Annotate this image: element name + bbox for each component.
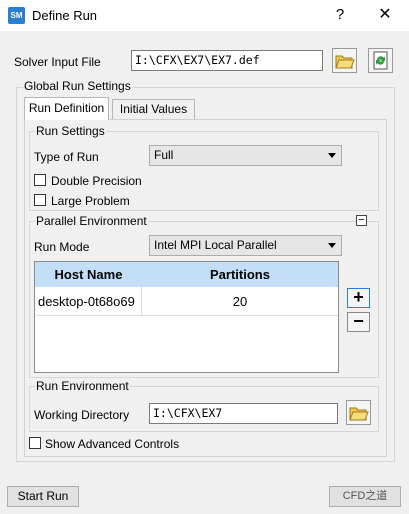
run-mode-value: Intel MPI Local Parallel <box>154 238 277 252</box>
show-advanced-label: Show Advanced Controls <box>45 437 180 451</box>
column-header-partitions: Partitions <box>210 267 270 282</box>
reload-button[interactable] <box>368 48 393 73</box>
type-of-run-value: Full <box>154 148 174 162</box>
type-of-run-select[interactable]: Full <box>149 145 342 166</box>
browse-directory-button[interactable] <box>346 400 371 425</box>
run-mode-select[interactable]: Intel MPI Local Parallel <box>149 235 342 256</box>
column-header-host-name: Host Name <box>54 267 123 282</box>
app-icon: SM <box>8 7 25 24</box>
working-directory-label: Working Directory <box>34 408 130 422</box>
close-button[interactable]: ✕ <box>372 4 398 26</box>
open-folder-icon <box>349 407 369 421</box>
parallel-environment-label: Parallel Environment <box>35 214 148 228</box>
tab-initial-values[interactable]: Initial Values <box>112 99 195 120</box>
help-button[interactable]: ? <box>328 4 352 26</box>
window-title: Define Run <box>32 8 98 23</box>
run-mode-label: Run Mode <box>34 240 90 254</box>
browse-folder-button[interactable] <box>332 48 357 73</box>
run-environment-label: Run Environment <box>35 379 130 393</box>
solver-input-label: Solver Input File <box>14 55 101 69</box>
open-folder-icon <box>335 55 355 69</box>
global-run-settings-label: Global Run Settings <box>23 79 132 93</box>
solver-input-field[interactable]: I:\CFX\EX7\EX7.def <box>131 50 323 71</box>
chevron-down-icon <box>328 243 336 248</box>
remove-host-button[interactable]: − <box>347 312 370 332</box>
watermark-button[interactable]: CFD之道 <box>329 486 401 507</box>
reload-icon <box>373 51 388 70</box>
show-advanced-checkbox[interactable] <box>29 437 41 449</box>
collapse-button[interactable]: − <box>356 215 367 226</box>
partitions-cell: 20 <box>232 294 248 309</box>
large-problem-checkbox[interactable] <box>34 194 46 206</box>
double-precision-label: Double Precision <box>51 174 142 188</box>
tab-run-definition[interactable]: Run Definition <box>24 97 109 120</box>
add-host-button[interactable]: + <box>347 288 370 308</box>
type-of-run-label: Type of Run <box>34 150 99 164</box>
large-problem-label: Large Problem <box>51 194 130 208</box>
working-directory-field[interactable]: I:\CFX\EX7 <box>149 403 338 424</box>
double-precision-checkbox[interactable] <box>34 174 46 186</box>
chevron-down-icon <box>328 153 336 158</box>
start-run-button[interactable]: Start Run <box>7 486 79 507</box>
run-settings-label: Run Settings <box>35 124 106 138</box>
host-name-cell: desktop-0t68o69 <box>38 294 135 309</box>
